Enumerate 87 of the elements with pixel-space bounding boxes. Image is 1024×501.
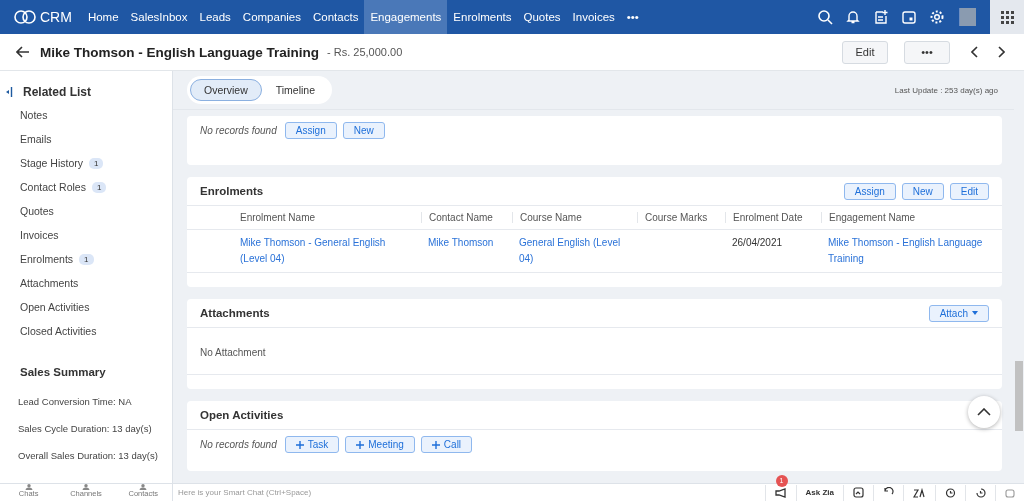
action-button[interactable]: Assign: [843, 182, 896, 200]
record-link[interactable]: Mike Thomson - General English (Level 04): [240, 235, 421, 267]
column-header: Engagement Name: [821, 212, 1002, 223]
record-link[interactable]: General English (Level 04): [512, 235, 637, 267]
related-list-link[interactable]: Invoices: [20, 229, 59, 241]
person-icon[interactable]: [81, 484, 91, 490]
back-arrow-icon[interactable]: [16, 46, 30, 58]
logo-icon: [14, 10, 36, 24]
add-activity-button[interactable]: Meeting: [345, 436, 415, 453]
apps-grid-button[interactable]: [990, 0, 1024, 34]
action-button[interactable]: New: [342, 122, 385, 139]
person-icon[interactable]: [138, 484, 149, 490]
attach-button[interactable]: Attach: [928, 304, 989, 322]
related-list-title: Related List: [23, 85, 91, 99]
section-title: Attachments: [200, 307, 270, 319]
settings-icon[interactable]: [929, 9, 945, 25]
column-header: Contact Name: [421, 212, 512, 223]
chevron-up-icon: [977, 408, 991, 416]
view-tab[interactable]: Timeline: [261, 79, 330, 101]
nav-tab[interactable]: Companies: [236, 0, 307, 34]
edit-button[interactable]: Edit: [842, 40, 888, 64]
action-button[interactable]: Edit: [949, 182, 989, 200]
nav-tab[interactable]: Invoices: [566, 0, 621, 34]
nav-tab[interactable]: Contacts: [307, 0, 365, 34]
megaphone-icon[interactable]: [774, 487, 787, 498]
nav-tab[interactable]: Home: [81, 0, 125, 34]
summary-text: Overall Sales Duration: 13 day(s): [17, 449, 159, 463]
column-header: Enrolment Name: [240, 212, 317, 223]
plus-icon: [295, 440, 304, 449]
calendar-icon[interactable]: [901, 9, 917, 25]
related-list-link[interactable]: Notes: [20, 109, 48, 121]
view-tab[interactable]: Overview: [190, 79, 262, 101]
last-update-text: Last Update : 253 day(s) ago: [894, 85, 998, 95]
app-name: CRM: [40, 9, 72, 25]
add-activity-button[interactable]: Task: [284, 436, 340, 453]
section-title: Enrolments: [200, 185, 264, 197]
table-cell-text: 26/04/2021: [731, 236, 784, 250]
count-badge: 1: [89, 157, 104, 169]
add-note-icon[interactable]: [873, 9, 889, 25]
related-list-link[interactable]: Emails: [20, 133, 52, 145]
record-link[interactable]: Mike Thomson: [421, 235, 512, 267]
count-badge: 1: [79, 253, 94, 265]
summary-text: Sales Cycle Duration: 13 day(s): [17, 422, 153, 436]
nav-tab[interactable]: Engagements: [364, 0, 448, 34]
grid-icon: [1000, 10, 1014, 24]
bell-icon[interactable]: [845, 9, 861, 25]
column-header: Course Name: [512, 212, 637, 223]
related-list-link[interactable]: Quotes: [20, 205, 54, 217]
search-icon[interactable]: [817, 9, 833, 25]
plus-icon: [356, 440, 365, 449]
history-icon[interactable]: [975, 487, 986, 498]
collapse-icon[interactable]: [5, 86, 13, 98]
count-badge: 1: [91, 181, 107, 193]
nav-tab[interactable]: Enrolments: [447, 0, 518, 34]
empty-message: No records found: [200, 439, 277, 450]
related-list-link[interactable]: Open Activities: [20, 301, 90, 313]
related-list-link[interactable]: Contact Roles: [20, 181, 86, 193]
record-amount: - Rs. 25,000.00: [327, 46, 403, 58]
nav-tab[interactable]: Quotes: [517, 0, 567, 34]
more-actions-button[interactable]: •••: [904, 40, 950, 64]
ask-zia-button[interactable]: Ask Zia: [795, 484, 843, 501]
sales-summary-title: Sales Summary: [19, 365, 107, 380]
more-tabs-button[interactable]: •••: [620, 0, 645, 34]
summary-text: Lead Conversion Time: NA: [17, 395, 133, 409]
person-icon[interactable]: [23, 484, 34, 490]
plus-icon: [431, 440, 440, 449]
column-header: Enrolment Date: [725, 212, 821, 223]
record-title: Mike Thomson - English Language Training: [40, 44, 320, 60]
empty-message: No records found: [200, 125, 277, 136]
section-title: Open Activities: [200, 409, 284, 421]
previous-icon[interactable]: [971, 46, 979, 58]
related-list-link[interactable]: Enrolments: [20, 253, 74, 265]
nav-tab[interactable]: SalesInbox: [124, 0, 194, 34]
related-list-link[interactable]: Closed Activities: [20, 325, 97, 337]
empty-message: No Attachment: [200, 347, 266, 358]
nav-tab[interactable]: Leads: [193, 0, 237, 34]
related-list-link[interactable]: Stage History: [20, 157, 84, 169]
caret-icon: [972, 311, 978, 315]
action-button[interactable]: Assign: [284, 122, 337, 139]
alarm-clock-icon[interactable]: [945, 487, 956, 498]
record-link[interactable]: Mike Thomson - English Language Training: [821, 235, 1002, 267]
add-activity-button[interactable]: Call: [420, 436, 473, 453]
next-icon[interactable]: [997, 46, 1005, 58]
scroll-to-top-button[interactable]: [968, 396, 1000, 428]
related-list-link[interactable]: Attachments: [20, 277, 79, 289]
action-button[interactable]: New: [901, 182, 944, 200]
column-header: Course Marks: [637, 212, 725, 223]
